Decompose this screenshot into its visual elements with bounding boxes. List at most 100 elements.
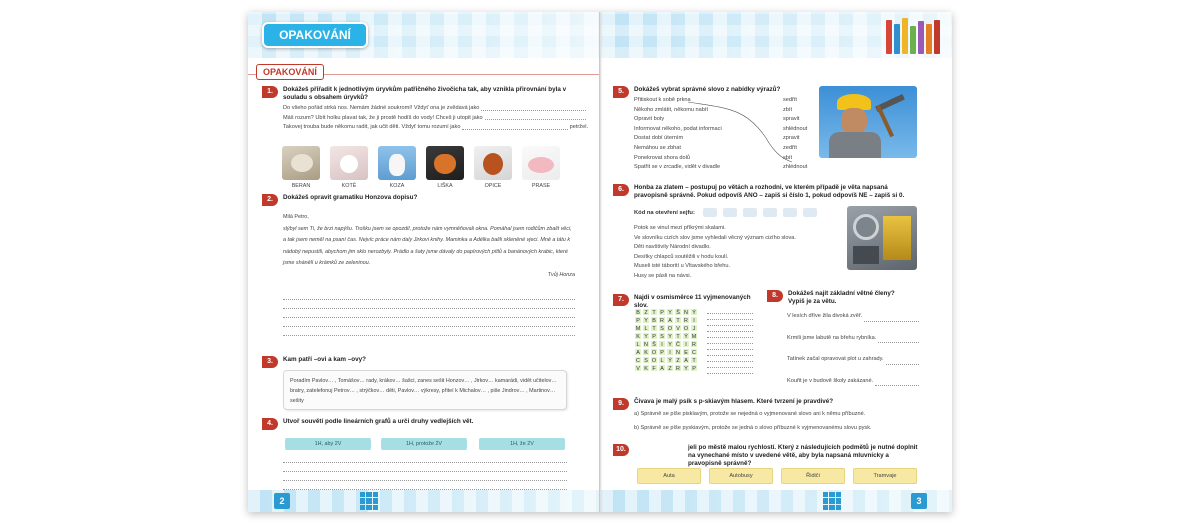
- grid-cell[interactable]: T: [674, 332, 682, 340]
- grid-cell[interactable]: Y: [666, 340, 674, 348]
- grid-cell[interactable]: K: [642, 364, 650, 372]
- grid-cell[interactable]: Y: [666, 332, 674, 340]
- grid-cell[interactable]: O: [682, 324, 690, 332]
- grid-cell[interactable]: Y: [682, 364, 690, 372]
- graph-pill-1: 1H, aby 2V: [285, 438, 371, 450]
- grid-cell[interactable]: Š: [674, 308, 682, 316]
- answer-blank[interactable]: [481, 104, 586, 111]
- grid-cell[interactable]: J: [690, 324, 698, 332]
- grid-cell[interactable]: O: [650, 356, 658, 364]
- grid-cell[interactable]: Z: [674, 356, 682, 364]
- grid-cell[interactable]: P: [690, 364, 698, 372]
- grid-cell[interactable]: T: [674, 316, 682, 324]
- answer-blank[interactable]: [864, 312, 919, 322]
- grid-cell[interactable]: Č: [674, 340, 682, 348]
- grid-cell[interactable]: S: [658, 324, 666, 332]
- word-search-grid[interactable]: BZTPYŠNÝPYBRATRIMLTSOVOJKYPSYTÝMLNŠIYČIR…: [634, 308, 698, 372]
- grid-cell[interactable]: Y: [642, 316, 650, 324]
- grid-cell[interactable]: P: [634, 316, 642, 324]
- grid-cell[interactable]: R: [674, 364, 682, 372]
- question-1: 1. Dokážeš přiřadit k jednotlivým úryvkům…: [262, 86, 588, 133]
- question-number: 4.: [262, 418, 278, 430]
- grid-cell[interactable]: A: [666, 316, 674, 324]
- grid-cell[interactable]: R: [690, 340, 698, 348]
- left-page: OPAKOVÁNÍ OPAKOVÁNÍ 1. Dokážeš přiřadit k…: [248, 12, 600, 512]
- question-text: Honba za zlatem – postupuj po větách a r…: [634, 184, 905, 200]
- grid-cell[interactable]: O: [666, 324, 674, 332]
- grid-cell[interactable]: M: [690, 332, 698, 340]
- grid-cell[interactable]: I: [658, 340, 666, 348]
- grid-cell[interactable]: B: [650, 316, 658, 324]
- grid-cell[interactable]: L: [634, 340, 642, 348]
- question-9: 9. Čivava je malý psík s p-skiavým hlasem…: [613, 398, 919, 410]
- answer-blank[interactable]: [462, 123, 568, 130]
- grid-cell[interactable]: A: [682, 356, 690, 364]
- answer-blank[interactable]: [885, 355, 919, 365]
- grid-cell[interactable]: P: [658, 348, 666, 356]
- answer-blank[interactable]: [878, 334, 919, 344]
- grid-cell[interactable]: Š: [650, 340, 658, 348]
- grid-cell[interactable]: S: [642, 356, 650, 364]
- grid-cell[interactable]: N: [682, 308, 690, 316]
- grid-cell[interactable]: Ý: [682, 332, 690, 340]
- q9-options: a) Správně se píše pisklavým, protože se…: [634, 410, 916, 433]
- code-box[interactable]: [722, 208, 737, 217]
- answer-lines[interactable]: [707, 308, 753, 374]
- code-box[interactable]: [802, 208, 817, 217]
- grid-cell[interactable]: L: [658, 356, 666, 364]
- grid-cell[interactable]: L: [642, 324, 650, 332]
- grid-cell[interactable]: M: [634, 324, 642, 332]
- grid-cell[interactable]: T: [690, 356, 698, 364]
- grid-cell[interactable]: N: [674, 348, 682, 356]
- grid-cell[interactable]: A: [658, 364, 666, 372]
- code-box[interactable]: [742, 208, 757, 217]
- grid-cell[interactable]: I: [666, 348, 674, 356]
- code-box[interactable]: [762, 208, 777, 217]
- grid-cell[interactable]: F: [650, 364, 658, 372]
- answer-option-auta[interactable]: Auta: [637, 468, 701, 484]
- question-number: 2.: [262, 194, 278, 206]
- grid-cell[interactable]: R: [658, 316, 666, 324]
- grid-cell[interactable]: N: [642, 340, 650, 348]
- question-number: 8.: [767, 290, 783, 302]
- grid-cell[interactable]: R: [682, 316, 690, 324]
- grid-cell[interactable]: I: [682, 340, 690, 348]
- grid-cell[interactable]: A: [634, 348, 642, 356]
- grid-cell[interactable]: O: [650, 348, 658, 356]
- grid-cell[interactable]: Y: [666, 308, 674, 316]
- answer-option-autobusy[interactable]: Autobusy: [709, 468, 773, 484]
- answer-option-tramvaje[interactable]: Tramvaje: [853, 468, 917, 484]
- code-box[interactable]: [702, 208, 717, 217]
- grid-cell[interactable]: T: [650, 324, 658, 332]
- answer-lines[interactable]: [283, 454, 567, 490]
- grid-cell[interactable]: T: [650, 308, 658, 316]
- grid-cell[interactable]: Z: [666, 364, 674, 372]
- answer-option-ridici[interactable]: Řidiči: [781, 468, 845, 484]
- graph-pill-3: 1H, že 2V: [479, 438, 565, 450]
- grid-cell[interactable]: I: [690, 316, 698, 324]
- code-box[interactable]: [782, 208, 797, 217]
- grid-cell[interactable]: Y: [642, 332, 650, 340]
- grid-cell[interactable]: Z: [642, 308, 650, 316]
- grid-cell[interactable]: K: [642, 348, 650, 356]
- grid-cell[interactable]: V: [634, 364, 642, 372]
- grid-cell[interactable]: B: [634, 308, 642, 316]
- textbook-spread: OPAKOVÁNÍ OPAKOVÁNÍ 1. Dokážeš přiřadit k…: [248, 12, 952, 512]
- grid-cell[interactable]: E: [682, 348, 690, 356]
- question-text: Dokážeš přiřadit k jednotlivým úryvkům p…: [283, 86, 567, 102]
- answer-blank[interactable]: [875, 377, 919, 387]
- grid-cell[interactable]: S: [658, 332, 666, 340]
- option-b[interactable]: b) Správně se píše pyskiavým, protože se…: [634, 424, 916, 434]
- grid-cell[interactable]: K: [634, 332, 642, 340]
- option-a[interactable]: a) Správně se píše pisklavým, protože se…: [634, 410, 916, 420]
- grid-cell[interactable]: C: [634, 356, 642, 364]
- grid-cell[interactable]: P: [658, 308, 666, 316]
- grid-cell[interactable]: P: [650, 332, 658, 340]
- grid-cell[interactable]: Ý: [690, 308, 698, 316]
- answer-lines[interactable]: [283, 291, 575, 336]
- answer-blank[interactable]: [484, 114, 586, 121]
- grid-cell[interactable]: Ý: [666, 356, 674, 364]
- question-text: Kam patří –ovi a kam –ovy?: [283, 356, 366, 363]
- grid-cell[interactable]: V: [674, 324, 682, 332]
- grid-cell[interactable]: C: [690, 348, 698, 356]
